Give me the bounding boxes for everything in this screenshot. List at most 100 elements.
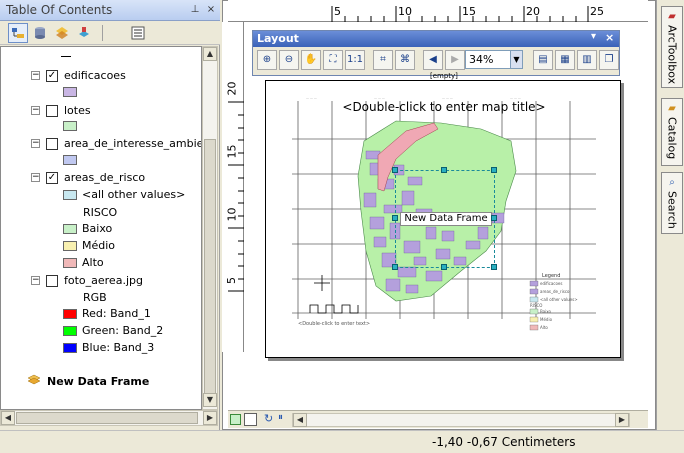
toc-title-bar: Table Of Contents ⊥ × [0, 0, 220, 21]
zoom-percent-field[interactable]: 34% ▼ [465, 50, 523, 69]
data-view-icon[interactable] [230, 414, 241, 425]
zoom-in-icon[interactable]: ⊕ [257, 50, 277, 70]
legend-class-medio[interactable]: Médio [63, 237, 115, 254]
symbol-swatch[interactable] [63, 155, 77, 165]
layer-checkbox[interactable] [46, 104, 58, 117]
symbol-swatch[interactable] [63, 223, 77, 234]
layer-checkbox[interactable]: ✓ [46, 69, 58, 82]
scroll-right-icon[interactable]: ▶ [203, 411, 217, 425]
layer-name[interactable]: foto_aerea.jpg [64, 274, 143, 287]
tab-catalog[interactable]: ▰ Catalog [661, 98, 683, 166]
band-blue[interactable]: Blue: Band_3 [63, 339, 154, 356]
list-by-source-icon[interactable] [30, 23, 50, 43]
layout-horizontal-scrollbar[interactable]: ◀ ▶ [292, 413, 630, 427]
toc-layer-list[interactable]: − ✓ edificacoes − lotes − area_de_intere… [0, 46, 202, 410]
list-by-visibility-icon[interactable] [52, 23, 72, 43]
legend-class-alto[interactable]: Alto [63, 254, 104, 271]
layout-view-icon[interactable] [244, 413, 257, 426]
selection-handle[interactable] [392, 215, 398, 221]
layer-row-areas-de-risco[interactable]: − ✓ areas_de_risco [31, 169, 145, 186]
scroll-left-icon[interactable]: ◀ [293, 413, 307, 427]
zoom-out-icon[interactable]: ⊖ [279, 50, 299, 70]
close-icon[interactable]: × [204, 4, 218, 18]
layer-row-lotes[interactable]: − lotes [31, 102, 91, 119]
layout-toolbar-title[interactable]: Layout ▾ × [253, 31, 619, 47]
dropdown-arrow-icon[interactable]: ▾ [591, 31, 596, 42]
collapse-icon[interactable]: − [31, 71, 40, 80]
scroll-thumb[interactable] [204, 139, 216, 395]
symbol-swatch[interactable] [63, 325, 77, 336]
data-frame-label-graphic[interactable]: New Data Frame [400, 212, 492, 226]
refresh-icon[interactable]: ↻ [264, 412, 273, 425]
truncated-item [61, 56, 71, 57]
layer-name[interactable]: lotes [64, 104, 91, 117]
scroll-down-icon[interactable]: ▼ [203, 393, 217, 407]
fixed-zoom-out-icon[interactable]: ⌘ [395, 50, 415, 70]
scroll-up-icon[interactable]: ▲ [203, 47, 217, 61]
tab-search[interactable]: ⌕ Search [661, 172, 683, 234]
collapse-icon[interactable]: − [31, 276, 40, 285]
layer-name[interactable]: area_de_interesse_ambient [64, 137, 201, 150]
layer-name[interactable]: areas_de_risco [64, 171, 145, 184]
footer-text[interactable]: <Double-click to enter text> [298, 321, 370, 327]
selection-handle[interactable] [491, 264, 497, 270]
forward-extent-icon[interactable]: ▶ [445, 50, 465, 70]
focus-data-frame-icon[interactable]: ▦ [555, 50, 575, 70]
symbol-swatch[interactable] [63, 240, 77, 251]
pin-icon[interactable]: ⊥ [188, 4, 202, 18]
selection-handle[interactable] [491, 215, 497, 221]
layer-checkbox[interactable] [46, 137, 58, 150]
data-frame-label[interactable]: New Data Frame [47, 375, 149, 388]
legend-class-other[interactable]: <all other values> [63, 186, 185, 203]
list-by-drawing-order-icon[interactable] [8, 23, 28, 43]
zoom-100-icon[interactable]: 1:1 [345, 50, 365, 70]
collapse-icon[interactable]: − [31, 139, 40, 148]
band-green[interactable]: Green: Band_2 [63, 322, 163, 339]
toc-horizontal-scrollbar[interactable]: ◀ ▶ [0, 410, 218, 426]
tab-arctoolbox[interactable]: ▰ ArcToolbox [661, 6, 683, 88]
ruler-vertical: 20 15 10 5 [222, 22, 244, 352]
selection-handle[interactable] [491, 167, 497, 173]
collapse-icon[interactable]: − [31, 106, 40, 115]
selection-handle[interactable] [441, 167, 447, 173]
legend-class-baixo[interactable]: Baixo [63, 220, 112, 237]
list-by-selection-icon[interactable] [74, 23, 94, 43]
data-frame-new[interactable]: New Data Frame [27, 373, 149, 390]
selection-handle[interactable] [392, 167, 398, 173]
toolbox-icon: ▰ [668, 11, 676, 22]
symbol-swatch[interactable] [63, 308, 77, 319]
dropdown-arrow-icon[interactable]: ▼ [510, 51, 522, 68]
zoom-whole-page-icon[interactable]: ⛶ [323, 50, 343, 70]
toc-vertical-scrollbar[interactable]: ▲ ▼ [202, 46, 218, 410]
data-driven-pages-icon[interactable]: ❐ [599, 50, 619, 70]
ruler-ticks [228, 101, 244, 292]
layer-checkbox[interactable] [46, 274, 58, 287]
pause-drawing-icon[interactable]: ⏸ [278, 412, 283, 423]
back-extent-icon[interactable]: ◀ [423, 50, 443, 70]
scroll-thumb[interactable] [16, 412, 198, 424]
options-icon[interactable] [128, 23, 148, 43]
fixed-zoom-in-icon[interactable]: ⌗ [373, 50, 393, 70]
symbol-swatch[interactable] [63, 87, 77, 97]
map-title[interactable]: <Double-click to enter map title> [294, 100, 594, 120]
selection-handle[interactable] [392, 264, 398, 270]
layer-checkbox[interactable]: ✓ [46, 171, 58, 184]
band-red[interactable]: Red: Band_1 [63, 305, 151, 322]
collapse-icon[interactable]: − [31, 173, 40, 182]
symbol-swatch[interactable] [63, 121, 77, 131]
scroll-right-icon[interactable]: ▶ [615, 413, 629, 427]
layer-row-foto-aerea[interactable]: − foto_aerea.jpg [31, 272, 143, 289]
pan-icon[interactable]: ✋ [301, 50, 321, 70]
close-icon[interactable]: × [605, 31, 614, 44]
layer-row-area-de-interesse[interactable]: − area_de_interesse_ambient [31, 135, 201, 152]
legend-title[interactable]: Legend [542, 273, 560, 279]
change-layout-icon[interactable]: ▥ [577, 50, 597, 70]
selection-handle[interactable] [441, 264, 447, 270]
layer-name[interactable]: edificacoes [64, 69, 126, 82]
symbol-swatch[interactable] [63, 342, 77, 353]
toggle-draft-mode-icon[interactable]: ▤ [533, 50, 553, 70]
symbol-swatch[interactable] [63, 189, 77, 200]
symbol-swatch[interactable] [63, 257, 77, 268]
layer-row-edificacoes[interactable]: − ✓ edificacoes [31, 67, 126, 84]
scroll-left-icon[interactable]: ◀ [1, 411, 15, 425]
